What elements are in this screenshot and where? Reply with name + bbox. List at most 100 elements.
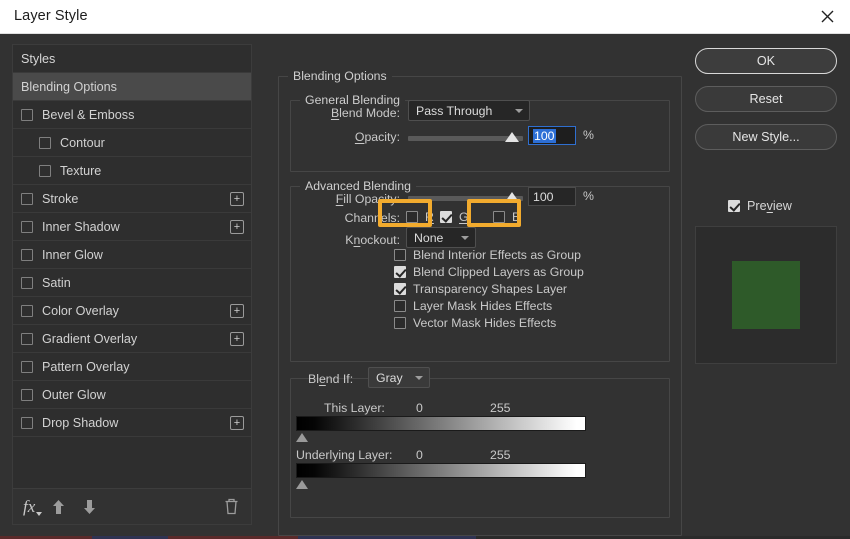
- delete-effect-button[interactable]: [224, 498, 239, 515]
- new-style-button[interactable]: New Style...: [695, 124, 837, 150]
- blend-mode-value: Pass Through: [416, 104, 492, 118]
- fill-opacity-slider-knob[interactable]: [505, 192, 519, 202]
- checkbox-blend-clipped-layers-label: Blend Clipped Layers as Group: [413, 265, 584, 279]
- channel-b-row[interactable]: B: [493, 210, 520, 224]
- title-bar: Layer Style: [0, 0, 850, 34]
- sidebar-item-inner-shadow[interactable]: Inner Shadow +: [13, 213, 251, 241]
- checkbox-pattern-overlay[interactable]: [21, 361, 33, 373]
- checkbox-blend-interior-effects-row[interactable]: Blend Interior Effects as Group: [394, 248, 581, 262]
- sidebar-item-drop-shadow[interactable]: Drop Shadow +: [13, 409, 251, 437]
- checkbox-channel-b[interactable]: [493, 211, 505, 223]
- add-gradient-overlay-button[interactable]: +: [230, 332, 244, 346]
- sidebar-item-contour[interactable]: Contour: [13, 129, 251, 157]
- chevron-down-icon: [461, 236, 468, 240]
- checkbox-stroke[interactable]: [21, 193, 33, 205]
- channels-label: Channels:: [290, 211, 400, 225]
- checkbox-drop-shadow[interactable]: [21, 417, 33, 429]
- channel-r-row[interactable]: R: [406, 210, 434, 224]
- opacity-input[interactable]: 100: [528, 126, 576, 145]
- ok-button[interactable]: OK: [695, 48, 837, 74]
- checkbox-transparency-shapes-layer-label: Transparency Shapes Layer: [413, 282, 567, 296]
- blend-mode-select[interactable]: Pass Through: [408, 100, 530, 121]
- this-layer-black-slider[interactable]: [296, 433, 308, 442]
- window-title: Layer Style: [14, 8, 88, 24]
- add-inner-shadow-button[interactable]: +: [230, 220, 244, 234]
- opacity-slider-knob[interactable]: [505, 132, 519, 142]
- checkbox-transparency-shapes-layer[interactable]: [394, 283, 406, 295]
- dialog-actions-panel: OK Reset New Style... Preview: [692, 44, 838, 525]
- checkbox-layer-mask-hides-effects-row[interactable]: Layer Mask Hides Effects: [394, 299, 552, 313]
- preview-checkbox-row[interactable]: Preview: [728, 199, 792, 213]
- channel-r-label: R: [425, 210, 434, 224]
- checkbox-bevel-emboss[interactable]: [21, 109, 33, 121]
- sidebar-item-inner-glow[interactable]: Inner Glow: [13, 241, 251, 269]
- checkbox-inner-shadow[interactable]: [21, 221, 33, 233]
- sidebar-item-label: Drop Shadow: [42, 416, 118, 430]
- checkbox-channel-g[interactable]: [440, 211, 452, 223]
- checkbox-blend-interior-effects[interactable]: [394, 249, 406, 261]
- sidebar-item-gradient-overlay[interactable]: Gradient Overlay +: [13, 325, 251, 353]
- underlying-layer-gradient-bar[interactable]: [296, 463, 586, 478]
- checkbox-inner-glow[interactable]: [21, 249, 33, 261]
- move-up-button[interactable]: [51, 499, 66, 515]
- trash-icon: [224, 498, 239, 515]
- sidebar-item-label: Gradient Overlay: [42, 332, 137, 346]
- styles-panel: Styles Blending Options Bevel & Emboss C…: [12, 44, 252, 525]
- this-layer-gradient-bar[interactable]: [296, 416, 586, 431]
- sidebar-item-pattern-overlay[interactable]: Pattern Overlay: [13, 353, 251, 381]
- checkbox-blend-clipped-layers-row[interactable]: Blend Clipped Layers as Group: [394, 265, 584, 279]
- preview-color-swatch: [732, 261, 800, 329]
- dialog-body: Styles Blending Options Bevel & Emboss C…: [0, 34, 850, 539]
- sidebar-item-label: Satin: [42, 276, 71, 290]
- blending-options-panel: Blending Options General Blending Blend …: [268, 44, 682, 525]
- fill-opacity-input[interactable]: 100: [528, 187, 576, 206]
- underlying-layer-black-slider[interactable]: [296, 480, 308, 489]
- sidebar-item-outer-glow[interactable]: Outer Glow: [13, 381, 251, 409]
- sidebar-item-blending-options[interactable]: Blending Options: [13, 73, 251, 101]
- checkbox-contour[interactable]: [39, 137, 51, 149]
- blend-mode-label: Blend Mode:: [290, 106, 400, 120]
- checkbox-preview[interactable]: [728, 200, 740, 212]
- checkbox-blend-clipped-layers[interactable]: [394, 266, 406, 278]
- checkbox-vector-mask-hides-effects[interactable]: [394, 317, 406, 329]
- checkbox-outer-glow[interactable]: [21, 389, 33, 401]
- sidebar-item-label: Outer Glow: [42, 388, 106, 402]
- blend-if-channel-select[interactable]: Gray: [368, 367, 430, 388]
- add-color-overlay-button[interactable]: +: [230, 304, 244, 318]
- checkbox-color-overlay[interactable]: [21, 305, 33, 317]
- checkbox-gradient-overlay[interactable]: [21, 333, 33, 345]
- styles-list-header[interactable]: Styles: [13, 45, 251, 73]
- add-drop-shadow-button[interactable]: +: [230, 416, 244, 430]
- checkbox-vector-mask-hides-effects-row[interactable]: Vector Mask Hides Effects: [394, 316, 556, 330]
- underlying-layer-min: 0: [416, 448, 423, 462]
- opacity-unit: %: [583, 128, 594, 142]
- close-button[interactable]: [804, 0, 850, 33]
- checkbox-channel-r[interactable]: [406, 211, 418, 223]
- reset-button[interactable]: Reset: [695, 86, 837, 112]
- sidebar-item-satin[interactable]: Satin: [13, 269, 251, 297]
- channel-g-label: G: [459, 210, 469, 224]
- chevron-down-icon: [415, 376, 422, 380]
- move-down-button[interactable]: [82, 499, 97, 515]
- checkbox-transparency-shapes-layer-row[interactable]: Transparency Shapes Layer: [394, 282, 567, 296]
- knockout-select[interactable]: None: [406, 227, 476, 248]
- add-stroke-button[interactable]: +: [230, 192, 244, 206]
- sidebar-item-stroke[interactable]: Stroke +: [13, 185, 251, 213]
- sidebar-item-bevel-emboss[interactable]: Bevel & Emboss: [13, 101, 251, 129]
- blend-if-channel-value: Gray: [376, 371, 403, 385]
- checkbox-layer-mask-hides-effects[interactable]: [394, 300, 406, 312]
- styles-footer-toolbar: fx: [13, 488, 251, 524]
- checkbox-satin[interactable]: [21, 277, 33, 289]
- sidebar-item-texture[interactable]: Texture: [13, 157, 251, 185]
- sidebar-item-label: Pattern Overlay: [42, 360, 130, 374]
- this-layer-max: 255: [490, 401, 511, 415]
- sidebar-item-label: Stroke: [42, 192, 78, 206]
- checkbox-texture[interactable]: [39, 165, 51, 177]
- checkbox-layer-mask-hides-effects-label: Layer Mask Hides Effects: [413, 299, 552, 313]
- sidebar-item-color-overlay[interactable]: Color Overlay +: [13, 297, 251, 325]
- fx-menu-button[interactable]: fx: [23, 497, 35, 517]
- layer-style-dialog: Layer Style Styles Blending Options Beve…: [0, 0, 850, 539]
- sidebar-item-label: Color Overlay: [42, 304, 119, 318]
- channel-g-row[interactable]: G: [440, 210, 469, 224]
- opacity-label: Opacity:: [290, 130, 400, 144]
